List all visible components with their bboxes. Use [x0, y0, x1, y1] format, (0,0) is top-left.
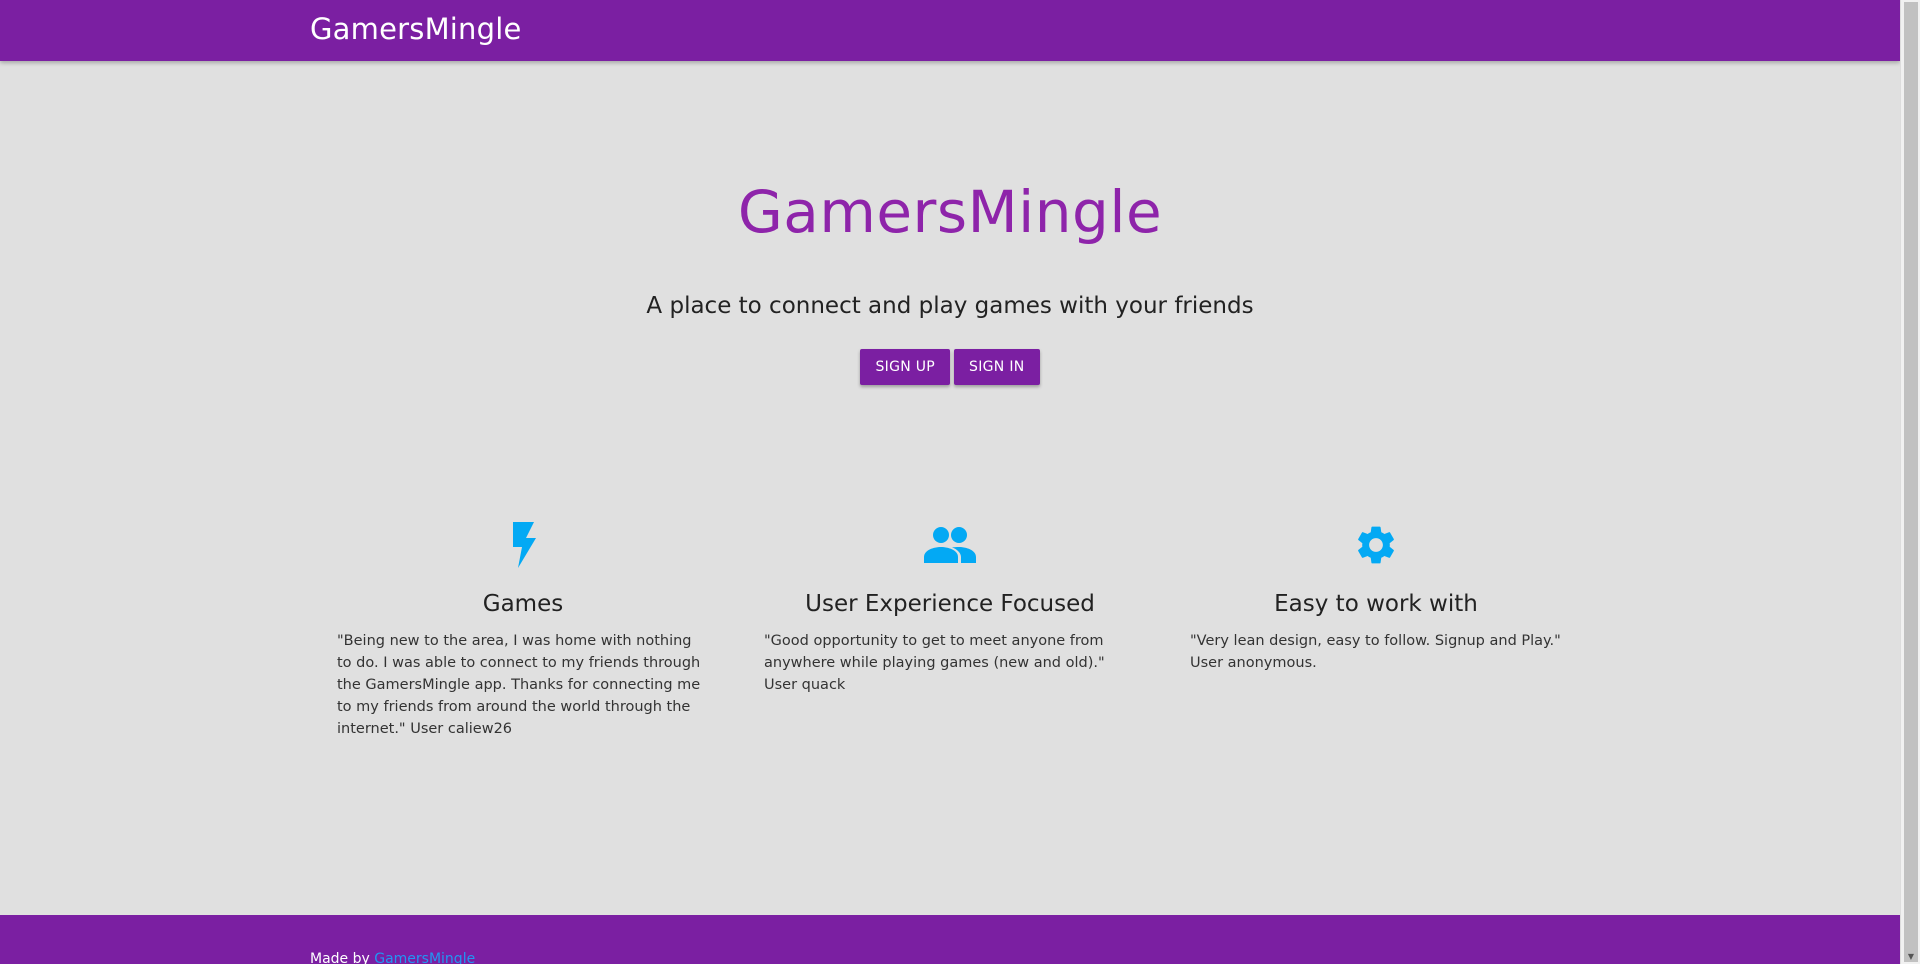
- scroll-down-arrow-icon[interactable]: ▼: [1906, 952, 1916, 962]
- feature-text: "Very lean design, easy to follow. Signu…: [1190, 633, 1561, 671]
- feature-games: Games "Being new to the area, I was home…: [310, 515, 736, 740]
- people-icon: [737, 515, 1163, 575]
- page: GamersMingle GamersMingle A place to con…: [0, 0, 1900, 964]
- feature-title: Games: [482, 591, 564, 617]
- feature-text: "Good opportunity to get to meet anyone …: [764, 633, 1105, 693]
- sign-up-button[interactable]: SIGN UP: [860, 349, 951, 385]
- bolt-icon: [310, 515, 736, 575]
- footer-link[interactable]: GamersMingle: [374, 951, 475, 964]
- hero-button-row: SIGN UP SIGN IN: [0, 349, 1900, 385]
- vertical-scrollbar[interactable]: ▼: [1900, 0, 1920, 964]
- sign-in-button[interactable]: SIGN IN: [954, 349, 1040, 385]
- navbar: GamersMingle: [0, 0, 1900, 61]
- brand-logo-link[interactable]: GamersMingle: [310, 0, 522, 61]
- scrollbar-thumb[interactable]: [1904, 2, 1918, 962]
- footer-credit: Made by GamersMingle: [310, 951, 475, 964]
- features-section: Games "Being new to the area, I was home…: [310, 515, 1590, 765]
- footer-prefix: Made by: [310, 951, 375, 964]
- feature-title: Easy to work with: [1274, 591, 1478, 617]
- gear-icon: [1163, 515, 1589, 575]
- feature-easy-to-work-with: Easy to work with "Very lean design, eas…: [1163, 515, 1589, 674]
- feature-user-experience: User Experience Focused "Good opportunit…: [737, 515, 1163, 696]
- hero-subtitle: A place to connect and play games with y…: [646, 293, 1254, 319]
- hero-title: GamersMingle: [737, 178, 1163, 246]
- feature-text: "Being new to the area, I was home with …: [337, 633, 701, 737]
- feature-title: User Experience Focused: [805, 591, 1095, 617]
- footer: Made by GamersMingle: [0, 915, 1900, 964]
